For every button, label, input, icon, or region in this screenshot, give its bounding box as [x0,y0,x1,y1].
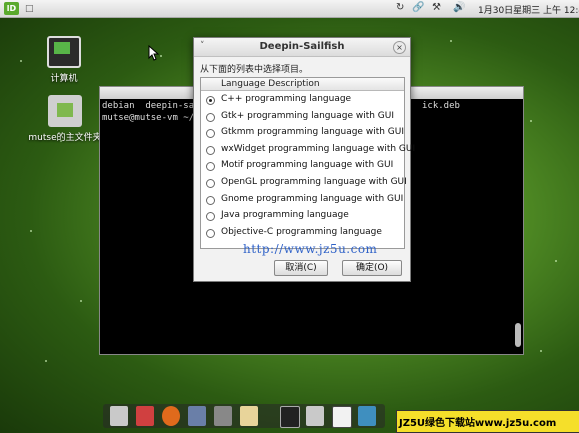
radio-button[interactable] [206,228,215,238]
language-list: Language Description C++ programming lan… [200,77,415,249]
language-option-label: Motif programming language with GUI [221,160,394,171]
language-option[interactable]: OpenGL programming language with GUI [201,175,407,191]
language-option-label: C++ programming language [221,94,352,104]
dock-files-icon[interactable] [110,406,128,426]
sparkle [540,350,542,352]
mouse-pointer-icon [148,45,160,61]
radio-button[interactable] [206,195,215,205]
desktop-computer[interactable]: 计算机 [44,36,84,84]
menu-logo-icon[interactable]: lD [4,2,19,15]
dock-terminal-icon[interactable] [280,406,300,428]
terminal-scrollbar[interactable] [515,323,521,347]
sparkle [450,40,452,42]
cancel-button[interactable]: 取消(C) [274,260,328,276]
computer-label: 计算机 [50,74,78,84]
language-option-label: OpenGL programming language with GUI [221,177,407,187]
language-option[interactable]: Objective-C programming language [201,225,404,241]
dock-store-icon[interactable] [358,406,376,426]
radio-button[interactable] [206,112,215,122]
clock[interactable]: 1月30日星期三 上午 12:48 [478,3,579,16]
sparkle [45,360,47,362]
top-panel: lD □ ↻ 🔗 ⚒ 🔊 1月30日星期三 上午 12:48 [0,0,579,18]
language-option[interactable]: Gtk+ programming language with GUI [201,109,404,125]
workspace-icon[interactable]: □ [25,4,34,14]
language-option[interactable]: C++ programming language [201,92,404,108]
network-icon[interactable]: 🔗 [412,2,424,13]
tool-icon[interactable]: ⚒ [432,2,441,13]
ok-button[interactable]: 确定(O) [342,260,402,276]
language-option[interactable]: Motif programming language with GUI [201,158,404,174]
close-icon[interactable]: × [393,41,406,54]
desktop-home-folder[interactable]: mutse的主文件夹 [28,95,102,143]
language-option-label: Objective-C programming language [221,226,382,237]
dock-gallery-icon[interactable] [136,406,154,426]
corner-watermark: JZ5U绿色下载站www.jz5u.com [396,410,579,433]
radio-button[interactable] [206,179,215,188]
radio-button[interactable] [206,129,215,139]
language-option-label: Gtkmm programming language with GUI [221,127,405,138]
radio-button[interactable] [206,96,215,105]
language-option-label: Java programming language [221,210,349,221]
volume-icon[interactable]: 🔊 [453,2,465,13]
terminal-line-1-right: ick.deb [422,101,460,111]
sparkle [160,55,162,57]
overlay-url-watermark: http://www.jz5u.com [243,242,378,256]
language-option-label: Gtk+ programming language with GUI [221,110,395,121]
dock-app-icon[interactable] [188,406,206,426]
home-label: mutse的主文件夹 [28,133,102,143]
language-option[interactable]: Gtkmm programming language with GUI [201,125,404,141]
terminal-line-1: debian deepin-sai [102,101,200,111]
dock-editor-icon[interactable] [240,406,258,426]
dock-dialog-icon[interactable] [332,406,352,428]
sparkle [555,260,557,262]
sparkle [80,300,82,302]
dock-media-icon[interactable] [214,406,232,426]
language-option[interactable]: wxWidget programming language with GUI [201,142,415,158]
sparkle [30,230,32,232]
language-option-label: wxWidget programming language with GUI [221,143,416,154]
update-icon[interactable]: ↻ [396,2,404,13]
dock-firefox-icon[interactable] [162,406,180,426]
language-option[interactable]: Java programming language [201,208,404,224]
list-column-header[interactable]: Language Description [201,78,404,91]
sparkle [530,120,532,122]
dialog-prompt: 从下面的列表中选择项目。 [200,65,309,75]
radio-button[interactable] [206,145,215,155]
sparkle [20,60,22,62]
dialog-titlebar[interactable]: ˅ Deepin-Sailfish × [194,38,410,57]
corner-watermark-text: JZ5U绿色下载站www.jz5u.com [399,418,557,429]
dialog-title: Deepin-Sailfish [259,41,345,52]
terminal-line-2: mutse@mutse-vm ~/w [102,113,200,123]
computer-icon [47,36,81,68]
dock-files2-icon[interactable] [306,406,324,426]
language-option-label: Gnome programming language with GUI [221,193,404,204]
home-folder-icon [48,95,82,127]
radio-button[interactable] [206,162,215,172]
radio-button[interactable] [206,212,215,222]
language-option[interactable]: Gnome programming language with GUI [201,192,404,208]
